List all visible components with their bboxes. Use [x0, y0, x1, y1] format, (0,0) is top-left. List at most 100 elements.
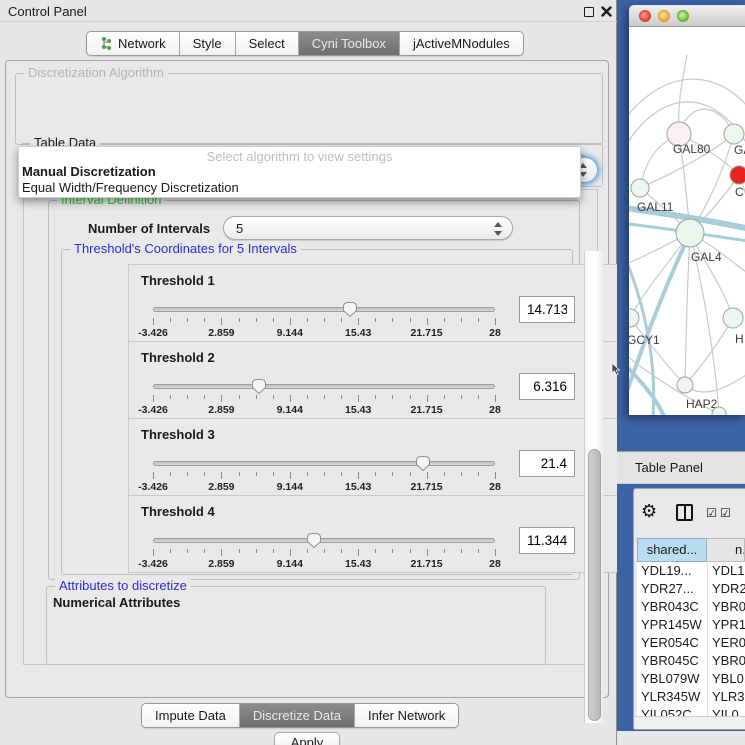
slider-tick [461, 549, 462, 553]
table-row[interactable]: YBR045CYBR0... [637, 652, 745, 670]
slider-tick [427, 395, 428, 402]
cell-name: YDL1... [712, 562, 745, 580]
threshold-value-field[interactable] [519, 527, 575, 554]
number-of-intervals-combobox[interactable]: 5 [223, 216, 513, 240]
threshold-value-field[interactable] [519, 373, 575, 400]
slider-thumb[interactable] [415, 455, 431, 472]
slider-tick [341, 549, 342, 553]
threshold-value-field[interactable] [519, 450, 575, 477]
slider-tick [307, 318, 308, 322]
network-canvas[interactable]: GAL80GACGAL11GAL4GCY1HHAP2 [629, 27, 745, 415]
slider-tick [256, 395, 257, 399]
slider-thumb[interactable] [342, 301, 358, 318]
tab-network-label: Network [118, 36, 166, 51]
panel-scrollbar[interactable] [584, 251, 603, 723]
network-node[interactable] [677, 377, 693, 393]
slider-tick [375, 549, 376, 553]
slider-tick [324, 472, 325, 476]
column-header-shared-name[interactable]: shared... [637, 538, 707, 562]
slider-tick [461, 318, 462, 322]
table-horizontal-scrollbar[interactable] [634, 716, 745, 729]
network-node[interactable] [724, 124, 744, 144]
slider-tick [341, 395, 342, 399]
slider-tick-label: 2.859 [208, 404, 234, 416]
tab-style[interactable]: Style [180, 32, 236, 55]
node-label: GAL11 [637, 200, 674, 214]
gear-icon[interactable]: ⚙ [641, 502, 657, 520]
tab-select[interactable]: Select [236, 32, 299, 55]
network-window-titlebar[interactable] [629, 5, 745, 27]
slider-tick [392, 549, 393, 553]
dropdown-option-equal-width[interactable]: Equal Width/Frequency Discretization [19, 180, 580, 196]
slider-track[interactable] [153, 461, 495, 466]
float-panel-icon[interactable] [584, 7, 594, 17]
mouse-cursor [611, 363, 620, 376]
table-row[interactable]: YIL052C YIL0... [637, 706, 745, 716]
table-row[interactable]: YPR145WYPR1... [637, 616, 745, 634]
slider-track[interactable] [153, 538, 495, 543]
dropdown-option-manual[interactable]: Manual Discretization [19, 164, 580, 180]
slider-tick [461, 472, 462, 476]
window-title: Control Panel [8, 4, 87, 19]
table-row[interactable]: YBR043CYBR0... [637, 598, 745, 616]
checkbox-icon[interactable]: ☑ [706, 506, 717, 520]
slider-tick [444, 549, 445, 553]
slider-tick-label: 9.144 [277, 481, 303, 493]
apply-button[interactable]: Apply [274, 732, 340, 745]
table-row[interactable]: YER054CYER0... [637, 634, 745, 652]
tab-jactivemnodules[interactable]: jActiveMNodules [400, 32, 523, 55]
slider-tick [273, 472, 274, 476]
cell-shared-name: YIL052C [641, 706, 692, 716]
network-node[interactable] [629, 309, 639, 327]
tab-discretize-data[interactable]: Discretize Data [240, 704, 355, 727]
slider-tick [444, 472, 445, 476]
slider-thumb[interactable] [306, 532, 322, 549]
slider-tick [358, 472, 359, 479]
threshold-value-field[interactable] [519, 296, 575, 323]
table-row[interactable]: YLR345WYLR3... [637, 688, 745, 706]
table-row[interactable]: YBL079WYBL0... [637, 670, 745, 688]
tab-network[interactable]: Network [87, 32, 180, 55]
slider-tick [153, 549, 154, 556]
slider-tick [358, 549, 359, 556]
slider-tick [307, 395, 308, 399]
slider-tick [273, 549, 274, 553]
slider-tick [495, 472, 496, 479]
settings-scroll-area: Interval Definition Number of Intervals … [23, 189, 598, 665]
slider-tick [358, 318, 359, 325]
minimize-traffic-icon[interactable] [658, 10, 670, 22]
slider-thumb[interactable] [251, 378, 267, 395]
threshold-label: Threshold 2 [141, 350, 215, 365]
node-table[interactable]: YDL19...YDL1...YDR27...YDR2...YBR043CYBR… [637, 562, 745, 716]
slider-tick [256, 318, 257, 322]
slider-tick-label: 21.715 [411, 404, 443, 416]
dropdown-placeholder-item[interactable]: Select algorithm to view settings [19, 149, 580, 164]
network-node[interactable] [730, 166, 745, 184]
network-node[interactable] [676, 219, 704, 247]
panel-scrollbar-thumb[interactable] [588, 449, 601, 721]
slider-tick-label: 28 [489, 558, 501, 570]
close-icon[interactable] [601, 6, 612, 17]
slider-tick [444, 318, 445, 322]
network-node[interactable] [723, 308, 743, 328]
close-traffic-icon[interactable] [639, 10, 651, 22]
slider-track[interactable] [153, 307, 495, 312]
slider-tick-label: -3.426 [138, 404, 168, 416]
checkbox-icon[interactable]: ☑ [720, 506, 731, 520]
table-row[interactable]: YDR27...YDR2... [637, 580, 745, 598]
discretization-algorithm-group: Discretization Algorithm [15, 73, 603, 145]
tab-infer-network[interactable]: Infer Network [355, 704, 458, 727]
zoom-traffic-icon[interactable] [677, 10, 689, 22]
cell-name: YIL0... [712, 706, 745, 716]
tab-cyni-toolbox[interactable]: Cyni Toolbox [299, 32, 400, 55]
slider-tick-label: 21.715 [411, 558, 443, 570]
split-columns-icon[interactable] [676, 504, 693, 521]
tab-impute-data[interactable]: Impute Data [142, 704, 240, 727]
algorithm-dropdown-popup: Select algorithm to view settings Manual… [18, 146, 581, 198]
slider-tick [427, 472, 428, 479]
slider-tick [204, 472, 205, 476]
slider-track[interactable] [153, 384, 495, 389]
column-header-name[interactable]: n... [707, 538, 745, 562]
table-row[interactable]: YDL19...YDL1... [637, 562, 745, 580]
network-node[interactable] [631, 179, 649, 197]
